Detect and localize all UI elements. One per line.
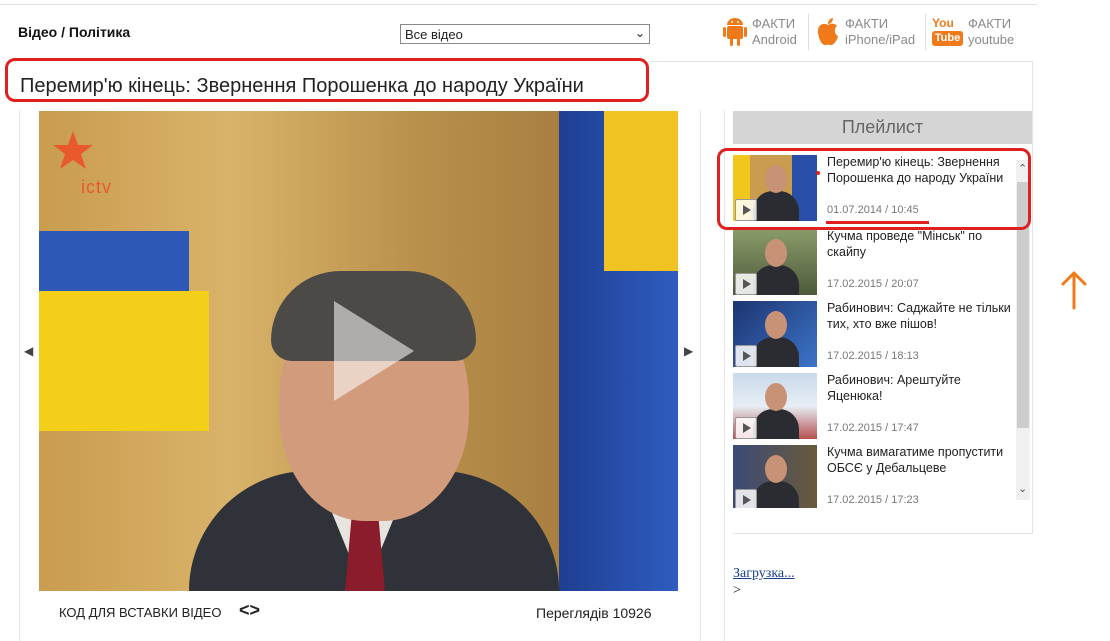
play-icon: [735, 417, 757, 439]
thumb-person-face: [765, 383, 787, 411]
app-android-line2: Android: [752, 32, 797, 47]
embed-code-label[interactable]: КОД ДЛЯ ВСТАВКИ ВІДЕО: [59, 605, 221, 620]
flag-left-yellow: [39, 291, 209, 431]
play-button[interactable]: [329, 296, 419, 406]
flag-left-blue: [39, 231, 189, 291]
app-link-iphone[interactable]: ФАКТИ iPhone/iPad: [815, 16, 925, 50]
ictv-star-icon: [53, 131, 93, 169]
app-iphone-line1: ФАКТИ: [845, 16, 889, 31]
page-title: Перемир'ю кінець: Звернення Порошенка до…: [20, 75, 584, 97]
embed-code-icon[interactable]: <>: [239, 600, 260, 621]
app-android-line1: ФАКТИ: [752, 16, 796, 31]
video-player[interactable]: ictv: [39, 111, 678, 591]
video-filter-select[interactable]: Все відео ⌄: [400, 24, 650, 44]
android-icon: [723, 18, 747, 46]
play-icon: [735, 489, 757, 508]
youtube-icon: You Tube: [932, 16, 964, 48]
thumb-person-body: [753, 409, 799, 439]
date-underline: [826, 221, 929, 224]
arrow-up-icon[interactable]: [1060, 270, 1088, 310]
thumb-person-face: [765, 311, 787, 339]
more-arrow[interactable]: >: [733, 583, 741, 599]
playlist-item-title: Кучма проведе "Мінськ" по скайпу: [827, 229, 983, 259]
playlist-item-date: 17.02.2015 / 20:07: [827, 278, 919, 290]
frame-line: [700, 111, 701, 641]
playlist-item-title: Рабинович: Саджайте не тільки тих, хто в…: [827, 301, 1011, 331]
video-next-arrow-icon[interactable]: ▶: [684, 344, 693, 358]
view-count: Переглядів 10926: [536, 605, 652, 621]
frame-line: [650, 61, 1032, 62]
playlist-item-date: 17.02.2015 / 17:47: [827, 422, 919, 434]
thumb-person-face: [765, 239, 787, 267]
play-icon: [334, 301, 414, 401]
divider: [925, 14, 926, 50]
thumb-person-body: [753, 337, 799, 367]
channel-logo-text: ictv: [81, 177, 112, 197]
playlist-item-date: 17.02.2015 / 17:23: [827, 494, 919, 506]
youtube-badge-top: You: [932, 16, 954, 30]
playlist-item[interactable]: Кучма вимагатиме пропустити ОБСЄ у Дебал…: [733, 442, 1015, 508]
apple-icon: [817, 18, 838, 46]
play-icon: [735, 345, 757, 367]
video-prev-arrow-icon[interactable]: ◀: [24, 344, 33, 358]
frame-line: [1032, 61, 1033, 534]
chevron-down-icon[interactable]: ⌄: [1018, 482, 1027, 495]
app-link-android[interactable]: ФАКТИ Android: [722, 16, 802, 50]
playlist-item[interactable]: Рабинович: Арештуйте Яценюка! 17.02.2015…: [733, 370, 1015, 440]
playlist-thumbnail: [733, 373, 817, 439]
flag-right-yellow: [604, 111, 678, 271]
app-youtube-line1: ФАКТИ: [968, 16, 1012, 31]
play-icon: [735, 273, 757, 295]
breadcrumb[interactable]: Відео / Політика: [18, 24, 130, 40]
loading-link[interactable]: Загрузка...: [733, 566, 795, 582]
playlist-item-title: Кучма вимагатиме пропустити ОБСЄ у Дебал…: [827, 445, 1004, 475]
chevron-down-icon: ⌄: [634, 26, 645, 40]
divider: [808, 14, 809, 50]
frame-line: [0, 4, 1037, 5]
frame-line: [733, 533, 1032, 534]
video-filter-value: Все відео: [405, 27, 463, 42]
playlist-header: Плейлист: [733, 111, 1032, 144]
youtube-badge-bottom: Tube: [932, 31, 963, 46]
app-iphone-line2: iPhone/iPad: [845, 32, 916, 47]
playlist-item[interactable]: Рабинович: Саджайте не тільки тих, хто в…: [733, 298, 1015, 368]
playlist-item-highlight: [717, 148, 1031, 230]
app-link-youtube[interactable]: You Tube ФАКТИ youtube: [932, 16, 1022, 50]
thumb-person-body: [753, 481, 799, 508]
playlist-thumbnail: [733, 445, 817, 508]
frame-line: [19, 111, 20, 641]
thumb-person-body: [753, 265, 799, 295]
thumb-person-face: [765, 455, 787, 483]
app-youtube-line2: youtube: [968, 32, 1015, 47]
playlist-thumbnail: [733, 229, 817, 295]
playlist-thumbnail: [733, 301, 817, 367]
active-dot: [816, 171, 820, 175]
playlist-item-title: Рабинович: Арештуйте Яценюка!: [827, 373, 961, 403]
playlist-item-date: 17.02.2015 / 18:13: [827, 350, 919, 362]
playlist-item[interactable]: Кучма проведе "Мінськ" по скайпу 17.02.2…: [733, 226, 1015, 296]
